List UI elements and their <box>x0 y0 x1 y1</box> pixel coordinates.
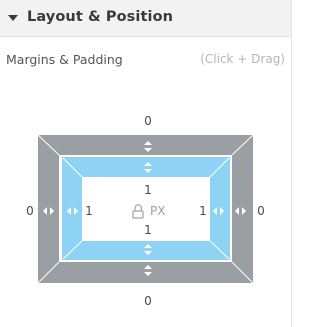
margin-bottom-value[interactable]: 0 <box>144 295 152 307</box>
layout-position-panel: Layout & Position Margins & Padding (Cli… <box>0 0 292 327</box>
unit-indicator[interactable]: PX <box>131 204 165 218</box>
padding-right-value[interactable]: 1 <box>199 205 207 217</box>
unit-label: PX <box>150 204 166 218</box>
box-model-editor <box>37 134 254 284</box>
padding-top-area[interactable] <box>63 158 229 177</box>
padding-top-value[interactable]: 1 <box>144 184 152 196</box>
margin-right-value[interactable]: 0 <box>257 205 265 217</box>
margin-top-value[interactable]: 0 <box>144 115 152 127</box>
padding-bottom-value[interactable]: 1 <box>144 224 152 236</box>
padding-left-value[interactable]: 1 <box>85 205 93 217</box>
padding-bottom-area[interactable] <box>63 241 229 259</box>
margin-left-area[interactable] <box>38 135 59 283</box>
margin-left-value[interactable]: 0 <box>26 205 34 217</box>
